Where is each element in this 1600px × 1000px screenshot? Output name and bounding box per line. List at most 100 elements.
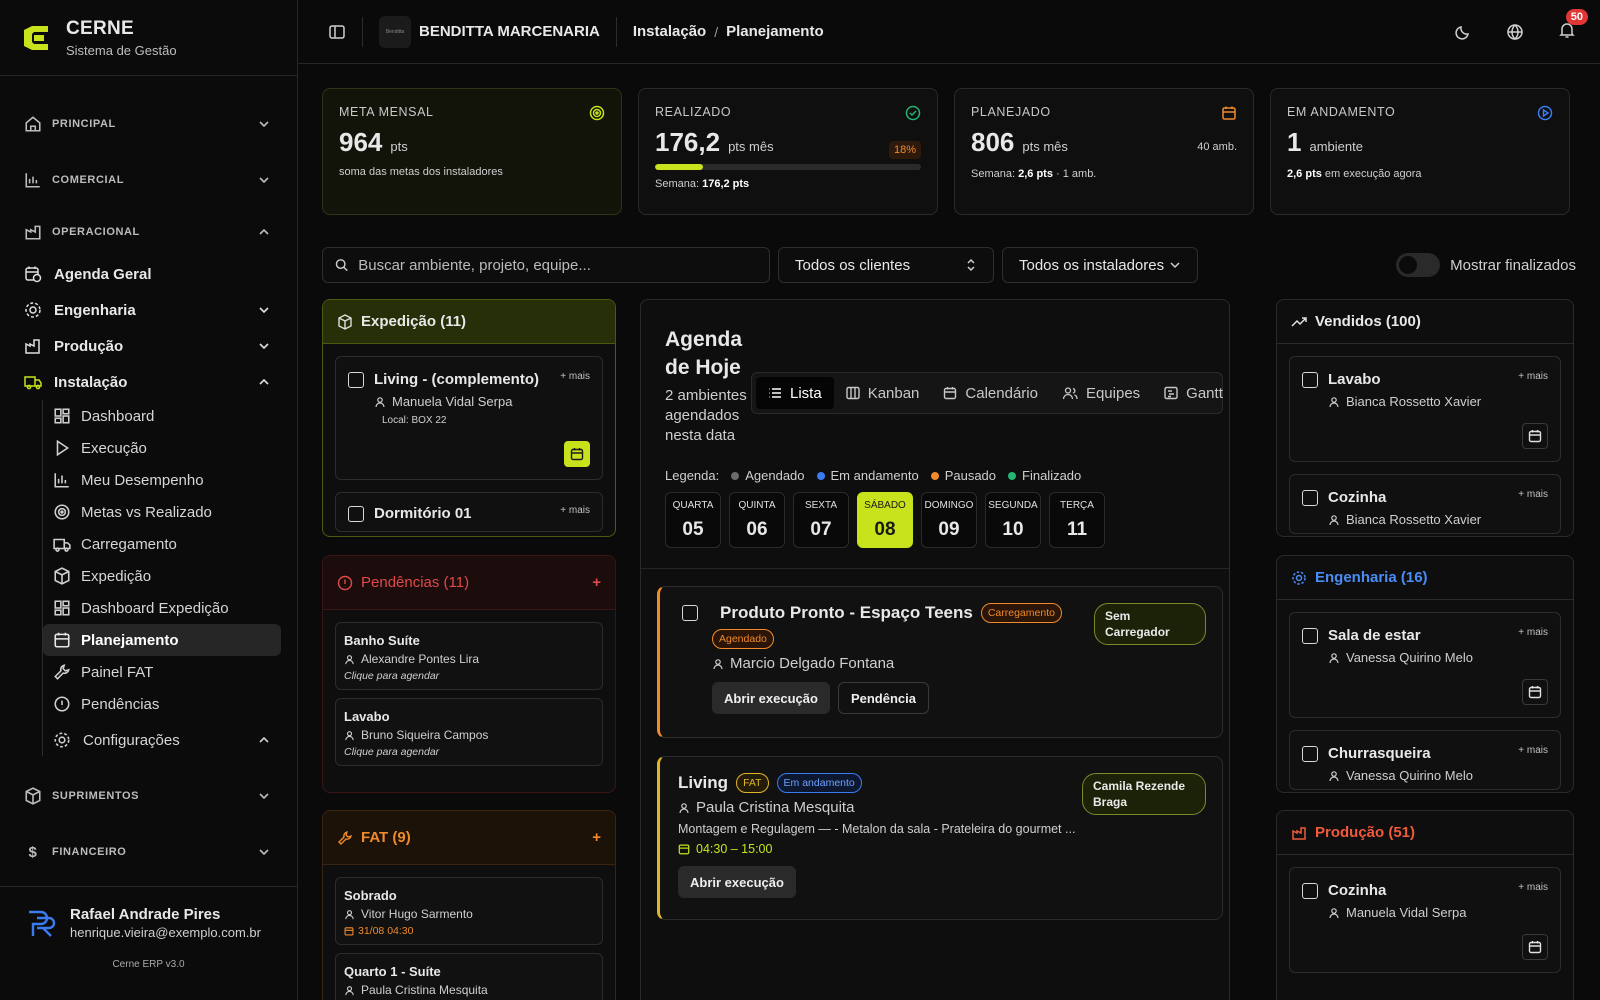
sidebar-item-execucao[interactable]: Execução (43, 432, 281, 464)
pendencia-button[interactable]: Pendência (837, 682, 929, 714)
kanban-card[interactable]: Churrasqueira + mais Vanessa Quirino Mel… (1289, 730, 1561, 790)
day-button[interactable]: SEXTA 07 (793, 492, 849, 548)
sidebar-item-agenda-geral[interactable]: Agenda Geral (16, 256, 281, 292)
sidebar-section-financeiro[interactable]: $ FINANCEIRO (16, 824, 281, 880)
sidebar-item-label: Engenharia (54, 301, 136, 319)
tab-equipes[interactable]: Equipes (1050, 377, 1152, 409)
instaladores-select[interactable]: Todos os instaladores (1002, 247, 1198, 283)
more-link[interactable]: + mais (1518, 371, 1548, 382)
sidebar-item-pendencias[interactable]: Pendências (43, 688, 281, 720)
card-title: Quarto 1 - Suíte (344, 964, 441, 979)
day-button[interactable]: QUINTA 06 (729, 492, 785, 548)
more-link[interactable]: + mais (1518, 745, 1548, 756)
kanban-card[interactable]: Dormitório 01 + mais (335, 492, 603, 532)
stat-label: PLANEJADO (971, 105, 1051, 119)
sidebar-item-dashboard-expedicao[interactable]: Dashboard Expedição (43, 592, 281, 624)
event-card[interactable]: Living FAT Em andamento Paula Cristina M… (657, 756, 1223, 920)
sidebar-section-principal[interactable]: PRINCIPAL (16, 96, 281, 152)
card-checkbox[interactable] (1302, 882, 1318, 899)
column-header: Produção (51) (1277, 811, 1573, 855)
tab-lista[interactable]: Lista (756, 377, 834, 409)
column-title: Produção (51) (1315, 824, 1416, 841)
company-name[interactable]: BENDITTA MARCENARIA (419, 23, 600, 40)
stat-value: 176,2 (655, 127, 721, 157)
schedule-button[interactable] (564, 441, 590, 467)
schedule-button[interactable] (1522, 934, 1548, 960)
sidebar-item-producao[interactable]: Produção (16, 328, 281, 364)
add-fat-button[interactable]: + (592, 829, 601, 846)
kanban-card[interactable]: Cozinha + mais Bianca Rossetto Xavier (1289, 474, 1561, 534)
moon-icon[interactable] (1454, 23, 1472, 41)
more-link[interactable]: + mais (560, 371, 590, 382)
sidebar-toggle-icon[interactable] (328, 23, 346, 41)
schedule-button[interactable] (1522, 423, 1548, 449)
search-box[interactable] (322, 247, 770, 283)
globe-icon[interactable] (1506, 23, 1524, 41)
card-checkbox[interactable] (348, 371, 364, 388)
fat-card[interactable]: Quarto 1 - Suíte Paula Cristina Mesquita (335, 953, 603, 1000)
schedule-button[interactable] (1522, 679, 1548, 705)
day-number: 05 (682, 518, 704, 540)
user-panel[interactable]: Rafael Andrade Pires henrique.vieira@exe… (0, 886, 297, 1000)
card-checkbox[interactable] (348, 505, 364, 522)
abrir-execucao-button[interactable]: Abrir execução (678, 866, 796, 898)
brand[interactable]: CERNE Sistema de Gestão (0, 0, 297, 76)
day-button-selected[interactable]: SÁBADO 08 (857, 492, 913, 548)
card-person: Manuela Vidal Serpa (1346, 905, 1467, 920)
kanban-card[interactable]: Living - (complemento) + mais Manuela Vi… (335, 356, 603, 480)
card-date: 31/08 04:30 (358, 925, 414, 937)
pendencia-card[interactable]: Banho Suíte Alexandre Pontes Lira Clique… (335, 622, 603, 690)
fat-card[interactable]: Sobrado Vitor Hugo Sarmento 31/08 04:30 (335, 877, 603, 945)
kanban-card[interactable]: Lavabo + mais Bianca Rossetto Xavier (1289, 356, 1561, 462)
sidebar-item-expedicao[interactable]: Expedição (43, 560, 281, 592)
tab-kanban[interactable]: Kanban (834, 377, 932, 409)
sidebar-item-instalacao[interactable]: Instalação (16, 364, 281, 400)
more-link[interactable]: + mais (560, 505, 590, 516)
day-button[interactable]: TERÇA 11 (1049, 492, 1105, 548)
day-button[interactable]: SEGUNDA 10 (985, 492, 1041, 548)
sidebar-item-meu-desempenho[interactable]: Meu Desempenho (43, 464, 281, 496)
toggle-switch[interactable] (1396, 253, 1441, 277)
day-button[interactable]: DOMINGO 09 (921, 492, 977, 548)
toggle-label: Mostrar finalizados (1450, 256, 1576, 274)
legend-dot (816, 472, 825, 480)
event-card[interactable]: Produto Pronto - Espaço Teens Carregamen… (657, 586, 1223, 738)
more-link[interactable]: + mais (1518, 882, 1548, 893)
add-pendencia-button[interactable]: + (592, 574, 601, 591)
sidebar-item-planejamento[interactable]: Planejamento (43, 624, 281, 656)
more-link[interactable]: + mais (1518, 489, 1548, 500)
more-link[interactable]: + mais (1518, 627, 1548, 638)
mostrar-finalizados-toggle[interactable]: Mostrar finalizados (1396, 247, 1576, 283)
card-checkbox[interactable] (1302, 627, 1318, 644)
kanban-card[interactable]: Sala de estar + mais Vanessa Quirino Mel… (1289, 612, 1561, 718)
legend-text: Agendado (745, 468, 805, 483)
card-checkbox[interactable] (1302, 489, 1318, 506)
abrir-execucao-button[interactable]: Abrir execução (712, 682, 830, 714)
sidebar-item-metas-vs-realizado[interactable]: Metas vs Realizado (43, 496, 281, 528)
agenda-subtitle: 2 ambientes agendados nesta data (665, 387, 747, 444)
tab-gantt[interactable]: Gantt (1152, 377, 1229, 409)
sidebar-item-engenharia[interactable]: Engenharia (16, 292, 281, 328)
sidebar-section-comercial[interactable]: COMERCIAL (16, 152, 281, 208)
day-button[interactable]: QUARTA 05 (665, 492, 721, 548)
breadcrumb-instalacao[interactable]: Instalação (633, 23, 706, 40)
sidebar-item-carregamento[interactable]: Carregamento (43, 528, 281, 560)
pendencia-card[interactable]: Lavabo Bruno Siqueira Campos Clique para… (335, 698, 603, 766)
tab-calendario[interactable]: Calendário (931, 377, 1050, 409)
event-checkbox[interactable] (682, 605, 698, 621)
sidebar-item-dashboard[interactable]: Dashboard (43, 400, 281, 432)
search-input[interactable] (358, 256, 757, 274)
sidebar-section-suprimentos[interactable]: SUPRIMENTOS (16, 768, 281, 824)
kanban-card[interactable]: Cozinha + mais Manuela Vidal Serpa (1289, 867, 1561, 973)
filters-bar: Todos os clientes Todos os instaladores … (322, 247, 1576, 283)
user-icon (713, 658, 723, 669)
clientes-select[interactable]: Todos os clientes (778, 247, 994, 283)
card-checkbox[interactable] (1302, 745, 1318, 762)
sidebar-item-configuracoes[interactable]: Configurações (43, 724, 281, 756)
sidebar-item-painel-fat[interactable]: Painel FAT (43, 656, 281, 688)
card-checkbox[interactable] (1302, 371, 1318, 388)
notifications-button[interactable]: 50 (1558, 9, 1588, 42)
card-hint: Clique para agendar (344, 670, 440, 682)
section-label: SUPRIMENTOS (52, 790, 140, 802)
sidebar-section-operacional[interactable]: OPERACIONAL (16, 208, 281, 256)
